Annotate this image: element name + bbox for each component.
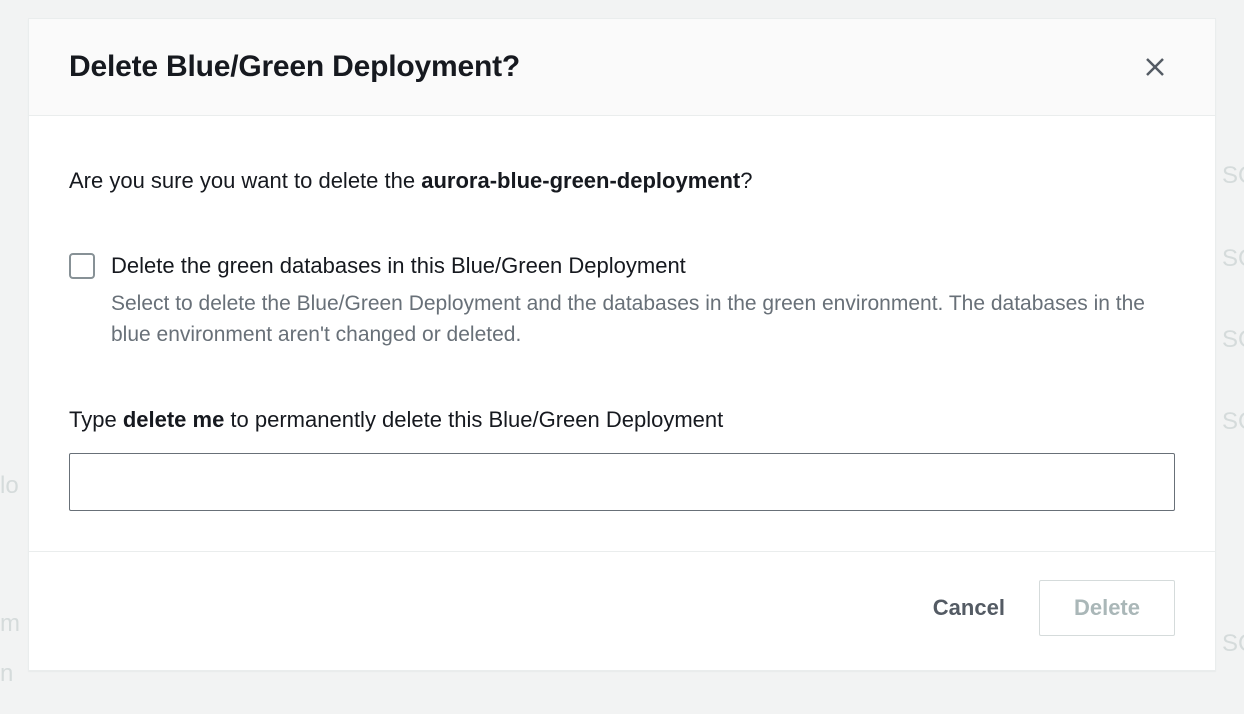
delete-button[interactable]: Delete <box>1039 580 1175 636</box>
confirm-suffix: ? <box>740 168 752 193</box>
delete-deployment-modal: Delete Blue/Green Deployment? Are you su… <box>28 18 1216 671</box>
delete-green-checkbox[interactable] <box>69 253 95 279</box>
type-instruction-keyword: delete me <box>123 407 225 432</box>
bg-hint: n <box>0 660 13 688</box>
modal-body: Are you sure you want to delete the auro… <box>29 116 1215 551</box>
bg-hint: lo <box>0 472 19 500</box>
close-icon <box>1143 55 1167 79</box>
deployment-name: aurora-blue-green-deployment <box>421 168 740 193</box>
cancel-button[interactable]: Cancel <box>923 581 1015 635</box>
checkbox-label: Delete the green databases in this Blue/… <box>111 251 1175 282</box>
delete-green-checkbox-row: Delete the green databases in this Blue/… <box>69 251 1175 351</box>
bg-hint: SC <box>1222 630 1244 658</box>
bg-hint: m <box>0 610 20 638</box>
modal-footer: Cancel Delete <box>29 551 1215 670</box>
confirm-prefix: Are you sure you want to delete the <box>69 168 421 193</box>
confirm-delete-input[interactable] <box>69 453 1175 511</box>
bg-hint: SC <box>1222 326 1244 354</box>
type-instruction-prefix: Type <box>69 407 123 432</box>
bg-hint: SC <box>1222 245 1244 273</box>
type-instruction-suffix: to permanently delete this Blue/Green De… <box>224 407 723 432</box>
checkbox-help: Select to delete the Blue/Green Deployme… <box>111 288 1175 351</box>
checkbox-content: Delete the green databases in this Blue/… <box>111 251 1175 351</box>
close-button[interactable] <box>1135 47 1175 87</box>
bg-hint: SC <box>1222 408 1244 436</box>
modal-title: Delete Blue/Green Deployment? <box>69 50 520 84</box>
modal-header: Delete Blue/Green Deployment? <box>29 19 1215 116</box>
confirm-text: Are you sure you want to delete the auro… <box>69 166 1175 197</box>
type-instruction: Type delete me to permanently delete thi… <box>69 405 1175 436</box>
bg-hint: SC <box>1222 162 1244 190</box>
